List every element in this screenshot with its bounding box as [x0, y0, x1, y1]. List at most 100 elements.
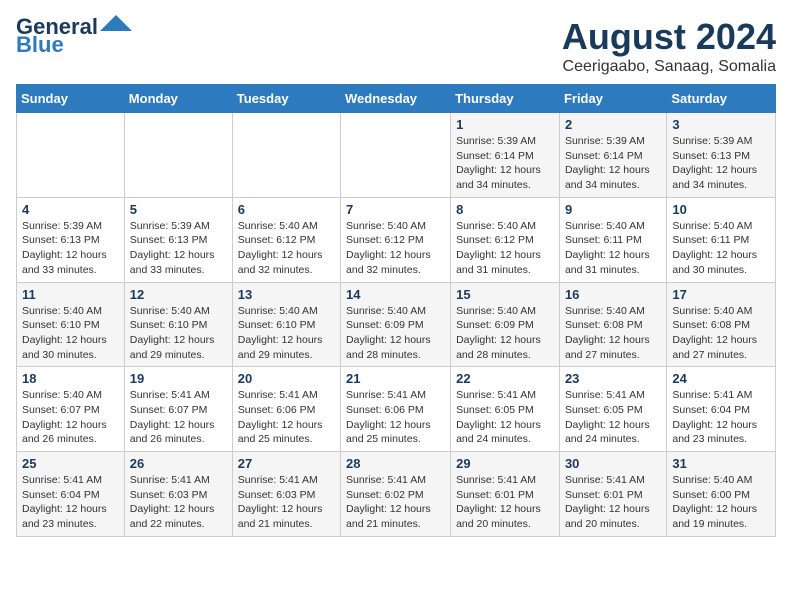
day-info-line: Sunset: 6:13 PM [130, 234, 208, 246]
day-info-line: Sunrise: 5:40 AM [565, 220, 645, 232]
day-info-line: and 28 minutes. [346, 349, 421, 361]
day-number: 6 [238, 202, 335, 217]
day-info-line: and 26 minutes. [130, 433, 205, 445]
day-info-line: Daylight: 12 hours [565, 249, 650, 261]
day-info-line: Daylight: 12 hours [346, 334, 431, 346]
day-info: Sunrise: 5:41 AM Sunset: 6:06 PM Daylight:… [346, 388, 445, 447]
day-info-line: Daylight: 12 hours [672, 249, 757, 261]
day-number: 5 [130, 202, 227, 217]
day-info: Sunrise: 5:41 AMSunset: 6:07 PMDaylight:… [130, 388, 227, 447]
day-info-line: Sunset: 6:06 PM [346, 404, 424, 416]
day-info-line: Daylight: 12 hours [238, 249, 323, 261]
day-info-line: Daylight: 12 hours [672, 503, 757, 515]
calendar-cell: 12Sunrise: 5:40 AMSunset: 6:10 PMDayligh… [124, 282, 232, 367]
day-info-line: Daylight: 12 hours [672, 419, 757, 431]
day-number: 1 [456, 117, 554, 132]
calendar-cell: 29Sunrise: 5:41 AMSunset: 6:01 PMDayligh… [451, 452, 560, 537]
day-info-line: Sunrise: 5:40 AM [238, 220, 318, 232]
col-thursday: Thursday [451, 85, 560, 113]
day-info-line: Sunset: 6:01 PM [456, 489, 534, 501]
col-sunday: Sunday [17, 85, 125, 113]
header-row: Sunday Monday Tuesday Wednesday Thursday… [17, 85, 776, 113]
day-info-line: Daylight: 12 hours [238, 419, 323, 431]
day-info-line: and 27 minutes. [672, 349, 747, 361]
col-saturday: Saturday [667, 85, 776, 113]
day-info: Sunrise: 5:40 AM Sunset: 6:12 PM Daylight:… [238, 219, 335, 278]
logo: General Blue [16, 16, 132, 58]
day-info-line: and 19 minutes. [672, 518, 747, 530]
calendar-cell: 5Sunrise: 5:39 AMSunset: 6:13 PMDaylight… [124, 197, 232, 282]
day-info-line: and 21 minutes. [346, 518, 421, 530]
day-number: 2 [565, 117, 661, 132]
day-info-line: Sunrise: 5:40 AM [22, 305, 102, 317]
day-info: Sunrise: 5:40 AMSunset: 6:12 PMDaylight:… [346, 219, 445, 278]
day-number: 16 [565, 287, 661, 302]
day-info-line: Sunrise: 5:40 AM [346, 220, 426, 232]
day-info: Sunrise: 5:41 AMSunset: 6:03 PMDaylight:… [130, 473, 227, 532]
day-info-line: Sunrise: 5:39 AM [130, 220, 210, 232]
day-number: 31 [672, 456, 770, 471]
day-info-line: Daylight: 12 hours [346, 503, 431, 515]
day-info-line: Sunrise: 5:39 AM [22, 220, 102, 232]
page-container: General Blue August 2024 Ceerigaabo, San… [16, 16, 776, 537]
day-info-line: Sunset: 6:12 PM [238, 234, 316, 246]
day-info-line: Sunset: 6:11 PM [565, 234, 642, 246]
day-info-line: and 20 minutes. [565, 518, 640, 530]
day-info-line: and 30 minutes. [22, 349, 97, 361]
day-number: 9 [565, 202, 661, 217]
day-info-line: Sunset: 6:12 PM [346, 234, 424, 246]
day-info-line: Sunrise: 5:40 AM [130, 305, 210, 317]
day-info-line: and 34 minutes. [565, 179, 640, 191]
day-number: 15 [456, 287, 554, 302]
calendar-cell [124, 113, 232, 198]
day-info-line: Sunrise: 5:41 AM [565, 474, 645, 486]
day-info: Sunrise: 5:41 AMSunset: 6:05 PMDaylight:… [456, 388, 554, 447]
day-info-line: Sunset: 6:08 PM [565, 319, 643, 331]
day-info: Sunrise: 5:41 AMSunset: 6:01 PMDaylight:… [456, 473, 554, 532]
day-number: 22 [456, 371, 554, 386]
day-info-line: Sunrise: 5:40 AM [346, 305, 426, 317]
day-info-line: Sunrise: 5:40 AM [22, 389, 102, 401]
calendar-cell: 22 Sunrise: 5:41 AMSunset: 6:05 PMDayligh… [451, 367, 560, 452]
calendar-cell: 30Sunrise: 5:41 AMSunset: 6:01 PMDayligh… [559, 452, 666, 537]
calendar-cell: 21Sunrise: 5:41 AMSunset: 6:06 PMDayligh… [341, 367, 451, 452]
day-info-line: Sunrise: 5:40 AM [456, 220, 536, 232]
day-info-line: Sunset: 6:10 PM [130, 319, 208, 331]
day-info-line: Sunrise: 5:41 AM [22, 474, 102, 486]
calendar-cell: 4Sunrise: 5:39 AMSunset: 6:13 PMDaylight… [17, 197, 125, 282]
day-info-line: Sunrise: 5:41 AM [456, 389, 536, 401]
day-info-line: Sunset: 6:10 PM [22, 319, 100, 331]
day-info-line: Sunset: 6:01 PM [565, 489, 643, 501]
day-info-line: and 34 minutes. [672, 179, 747, 191]
day-number: 13 [238, 287, 335, 302]
day-number: 10 [672, 202, 770, 217]
calendar-cell: 15Sunrise: 5:40 AMSunset: 6:09 PMDayligh… [451, 282, 560, 367]
calendar-week-4: 18Sunrise: 5:40 AMSunset: 6:07 PMDayligh… [17, 367, 776, 452]
calendar-cell: 17Sunrise: 5:40 AMSunset: 6:08 PMDayligh… [667, 282, 776, 367]
calendar-cell: 23Sunrise: 5:41 AMSunset: 6:05 PMDayligh… [559, 367, 666, 452]
header: General Blue August 2024 Ceerigaabo, San… [16, 16, 776, 76]
col-tuesday: Tuesday [232, 85, 340, 113]
day-info: Sunrise: 5:40 AMSunset: 6:12 PMDaylight:… [456, 219, 554, 278]
day-info-line: and 32 minutes. [346, 264, 421, 276]
day-info-line: Daylight: 12 hours [346, 419, 431, 431]
day-info-line: Daylight: 12 hours [456, 334, 541, 346]
day-number: 8 [456, 202, 554, 217]
day-info-line: Sunrise: 5:39 AM [456, 135, 536, 147]
day-info-line: Sunset: 6:11 PM [672, 234, 749, 246]
day-info-line: and 31 minutes. [456, 264, 531, 276]
day-info: Sunrise: 5:41 AMSunset: 6:02 PMDaylight:… [346, 473, 445, 532]
day-info-line: Sunset: 6:07 PM [22, 404, 100, 416]
calendar-week-5: 25Sunrise: 5:41 AMSunset: 6:04 PMDayligh… [17, 452, 776, 537]
calendar-cell: 11Sunrise: 5:40 AMSunset: 6:10 PMDayligh… [17, 282, 125, 367]
day-info: Sunrise: 5:41 AMSunset: 6:04 PMDaylight:… [672, 388, 770, 447]
day-info-line: Daylight: 12 hours [565, 334, 650, 346]
day-info-line: and 24 minutes. [456, 433, 531, 445]
day-info-line: Sunset: 6:07 PM [130, 404, 208, 416]
day-info-line: Daylight: 12 hours [22, 249, 107, 261]
day-info-line: Sunrise: 5:41 AM [238, 474, 318, 486]
day-info: Sunrise: 5:39 AMSunset: 6:14 PMDaylight:… [456, 134, 554, 193]
day-info-line: and 30 minutes. [672, 264, 747, 276]
calendar-cell: 10Sunrise: 5:40 AMSunset: 6:11 PMDayligh… [667, 197, 776, 282]
day-info-line: Sunrise: 5:41 AM [346, 389, 426, 401]
